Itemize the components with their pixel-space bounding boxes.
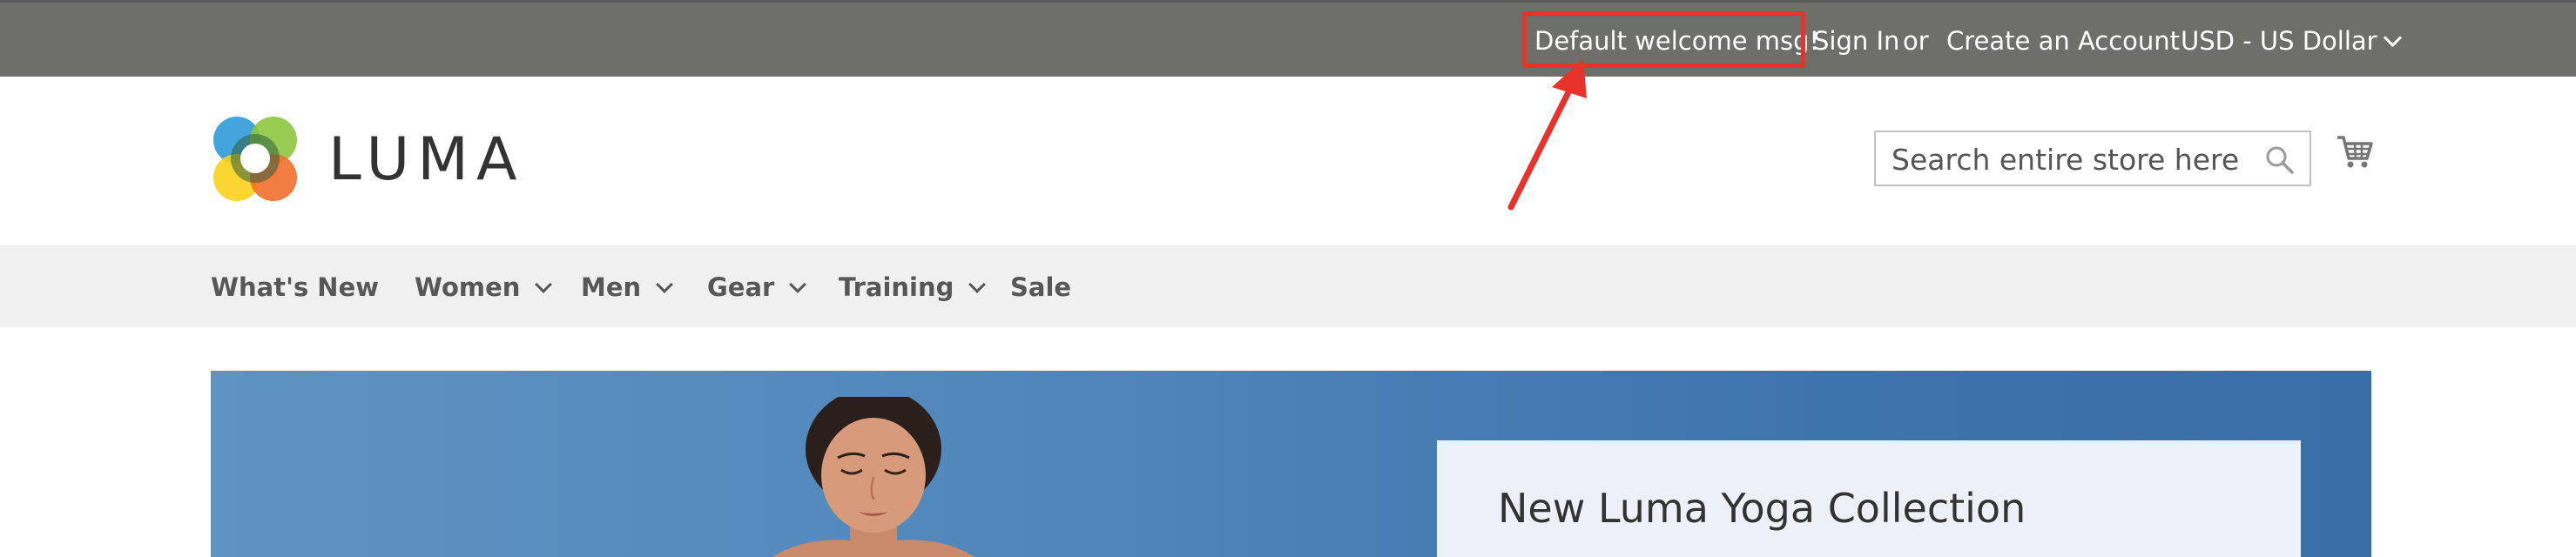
nav-item-label: Women [415, 272, 521, 302]
nav-item-men[interactable]: Men [581, 272, 674, 302]
search-box [1874, 131, 2311, 186]
currency-switcher[interactable]: USD - US Dollar [2181, 26, 2402, 56]
cart-icon[interactable] [2336, 132, 2374, 171]
nav-item-sale[interactable]: Sale [1010, 272, 1071, 302]
main-navigation: What's New Women Men Gear Training Sale [0, 245, 2576, 327]
hero-model-image [772, 397, 975, 557]
or-separator: or [1903, 26, 1929, 56]
nav-item-women[interactable]: Women [415, 272, 553, 302]
nav-item-training[interactable]: Training [839, 272, 987, 302]
search-input[interactable] [1892, 141, 2240, 178]
chevron-down-icon [2383, 28, 2402, 48]
nav-item-label: Men [581, 272, 642, 302]
hero-banner[interactable]: New Luma Yoga Collection [211, 371, 2371, 557]
nav-item-label: Training [839, 272, 954, 302]
nav-item-gear[interactable]: Gear [707, 272, 807, 302]
currency-label: USD - US Dollar [2181, 26, 2377, 56]
nav-item-whats-new[interactable]: What's New [211, 272, 379, 302]
chevron-down-icon [789, 276, 807, 293]
highlight-box [1522, 11, 1805, 68]
sign-in-link[interactable]: Sign In [1813, 26, 1899, 56]
hero-title: New Luma Yoga Collection [1498, 485, 2026, 532]
chevron-down-icon [535, 276, 553, 293]
logo-text: LUMA [328, 125, 525, 194]
nav-item-label: What's New [211, 272, 380, 302]
logo-mark-icon [213, 117, 297, 201]
top-panel: Default welcome msg! Sign In or Create a… [0, 0, 2576, 77]
hero-card: New Luma Yoga Collection [1437, 440, 2301, 557]
nav-item-label: Sale [1010, 272, 1072, 302]
search-icon[interactable] [2264, 144, 2296, 176]
nav-item-label: Gear [707, 272, 775, 302]
chevron-down-icon [656, 276, 674, 293]
chevron-down-icon [968, 276, 987, 293]
create-account-link[interactable]: Create an Account [1946, 26, 2180, 56]
